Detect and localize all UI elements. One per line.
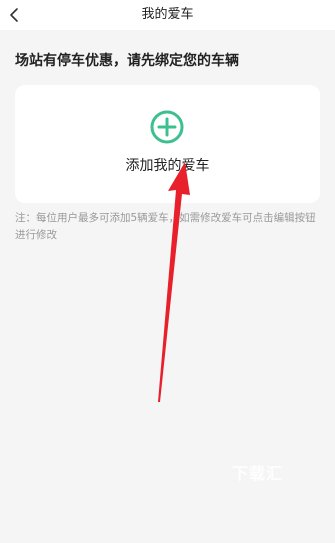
add-car-label: 添加我的爱车 [125, 158, 210, 174]
plus-circle-icon [150, 110, 184, 144]
watermark: 下载汇 [232, 464, 284, 483]
nav-bar: 我的爱车 [0, 0, 335, 30]
note-text: 注：每位用户最多可添加5辆爱车，如需修改爱车可点击编辑按钮进行修改 [15, 212, 316, 241]
add-car-card[interactable]: 添加我的爱车 [15, 85, 320, 203]
page-title: 我的爱车 [141, 7, 194, 22]
section-heading: 场站有停车优惠，请先绑定您的车辆 [15, 53, 239, 69]
red-arrow-annotation [158, 162, 190, 402]
